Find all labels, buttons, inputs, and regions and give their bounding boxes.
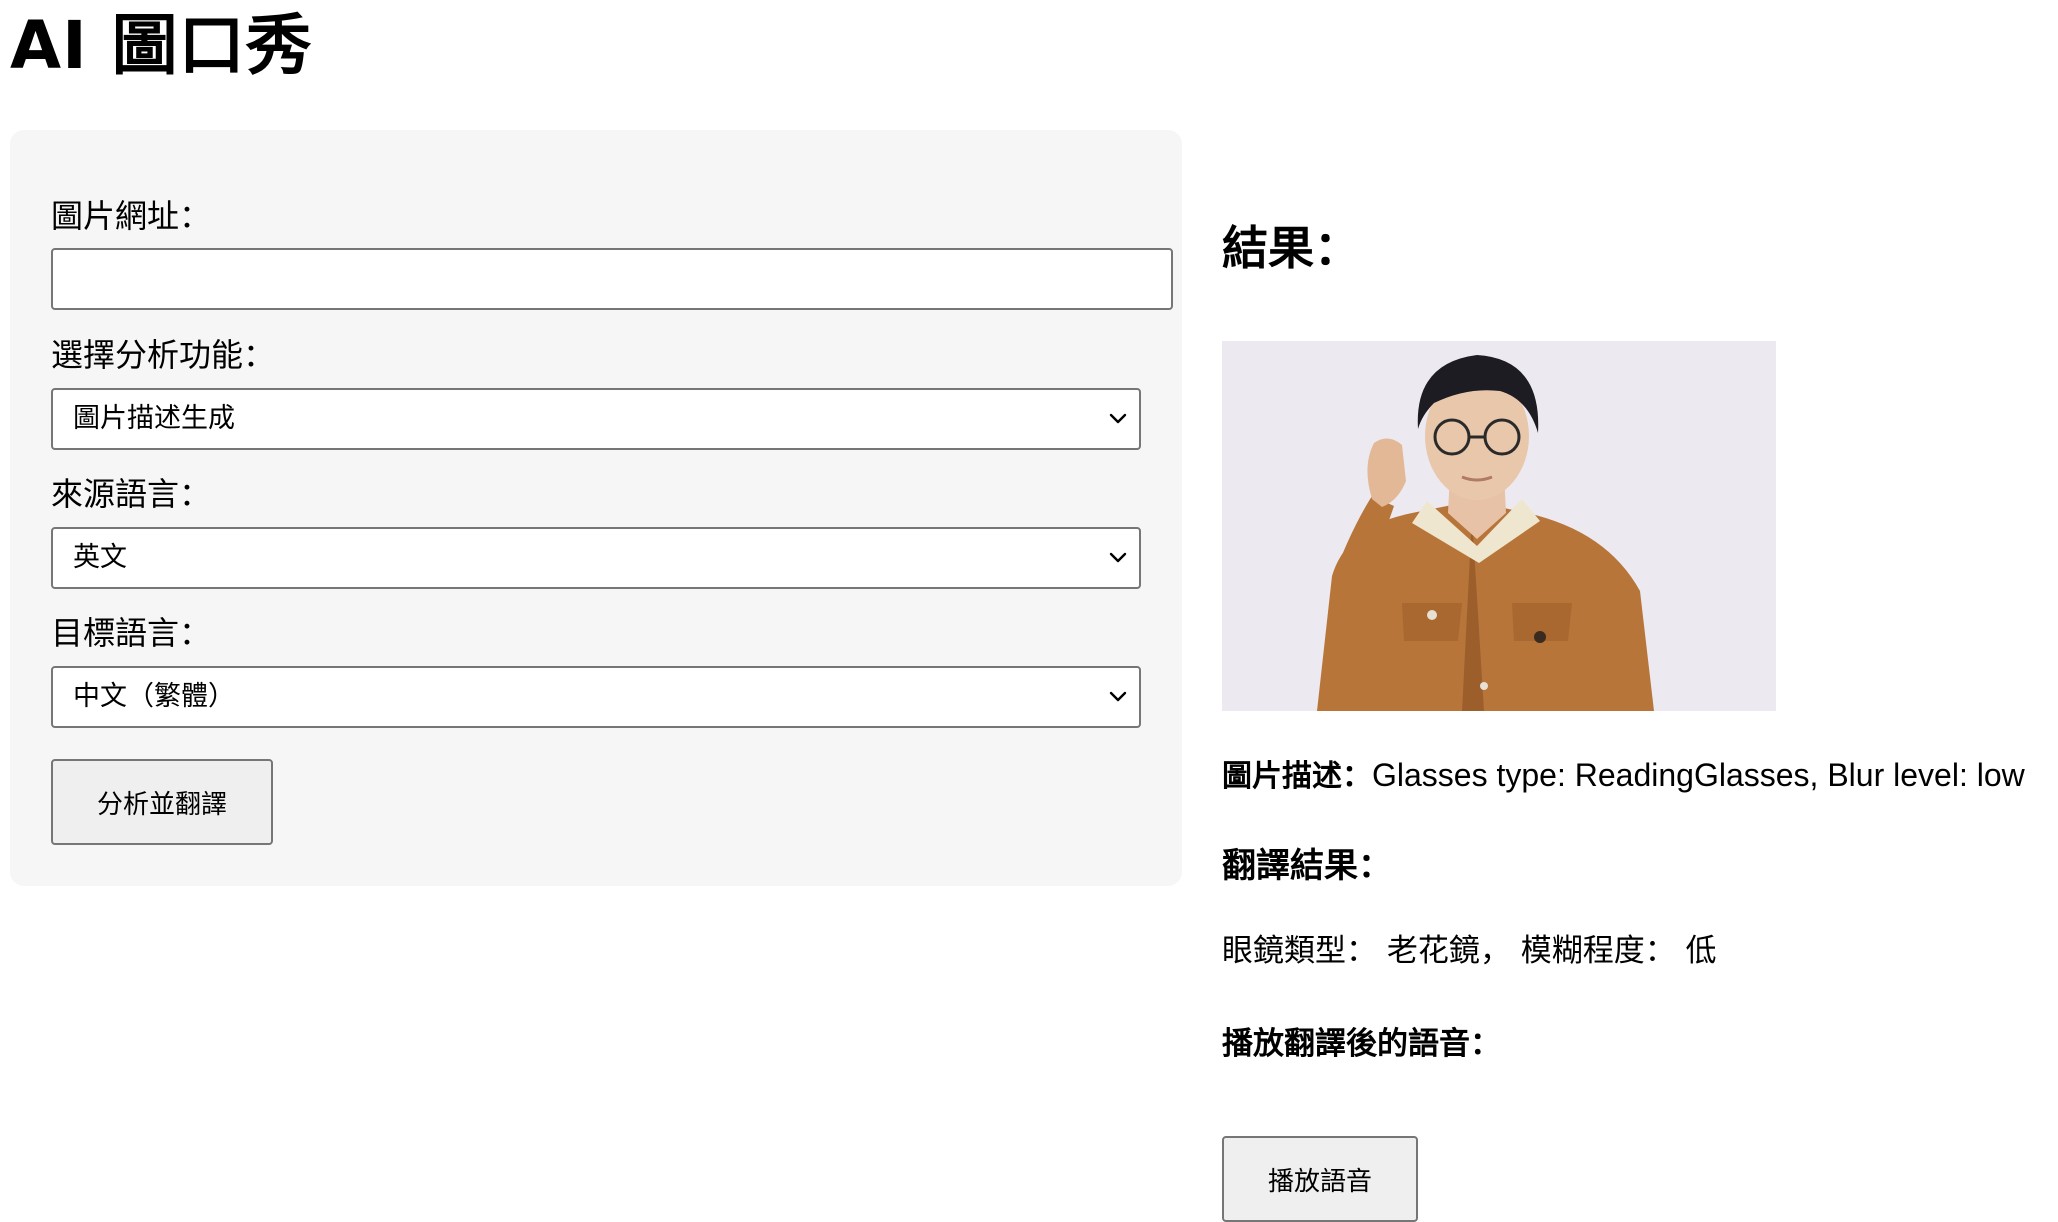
feature-select-value: 圖片描述生成 bbox=[73, 403, 235, 434]
target-language-label: 目標語言： bbox=[51, 614, 212, 652]
image-description-label: 圖片描述： bbox=[1222, 759, 1372, 794]
source-language-select[interactable]: 英文 bbox=[51, 527, 1141, 589]
target-language-select[interactable]: 中文（繁體） bbox=[51, 666, 1141, 728]
image-url-input[interactable] bbox=[51, 248, 1173, 310]
result-image bbox=[1222, 341, 1776, 711]
result-heading: 結果： bbox=[1222, 221, 1360, 275]
image-description: 圖片描述：Glasses type: ReadingGlasses, Blur … bbox=[1222, 755, 2025, 797]
image-url-label: 圖片網址： bbox=[51, 197, 212, 235]
feature-label: 選擇分析功能： bbox=[51, 336, 276, 374]
chevron-down-icon bbox=[1109, 691, 1127, 702]
analyze-translate-button[interactable]: 分析並翻譯 bbox=[51, 759, 273, 845]
audio-heading: 播放翻譯後的語音： bbox=[1222, 1026, 1501, 1062]
page-title: AI 圖口秀 bbox=[10, 7, 313, 84]
analysis-form: 圖片網址： 選擇分析功能： 圖片描述生成 來源語言： 英文 目標語言： 中文（繁… bbox=[10, 130, 1182, 886]
play-audio-button[interactable]: 播放語音 bbox=[1222, 1136, 1418, 1222]
chevron-down-icon bbox=[1109, 552, 1127, 563]
person-photo bbox=[1222, 341, 1776, 711]
source-language-label: 來源語言： bbox=[51, 475, 212, 513]
chevron-down-icon bbox=[1109, 413, 1127, 424]
translation-heading: 翻譯結果： bbox=[1222, 846, 1392, 886]
feature-select[interactable]: 圖片描述生成 bbox=[51, 388, 1141, 450]
image-description-text: Glasses type: ReadingGlasses, Blur level… bbox=[1372, 757, 2025, 793]
source-language-select-value: 英文 bbox=[73, 542, 127, 573]
target-language-select-value: 中文（繁體） bbox=[73, 681, 235, 712]
translation-text: 眼鏡類型： 老花鏡， 模糊程度： 低 bbox=[1222, 933, 1717, 969]
